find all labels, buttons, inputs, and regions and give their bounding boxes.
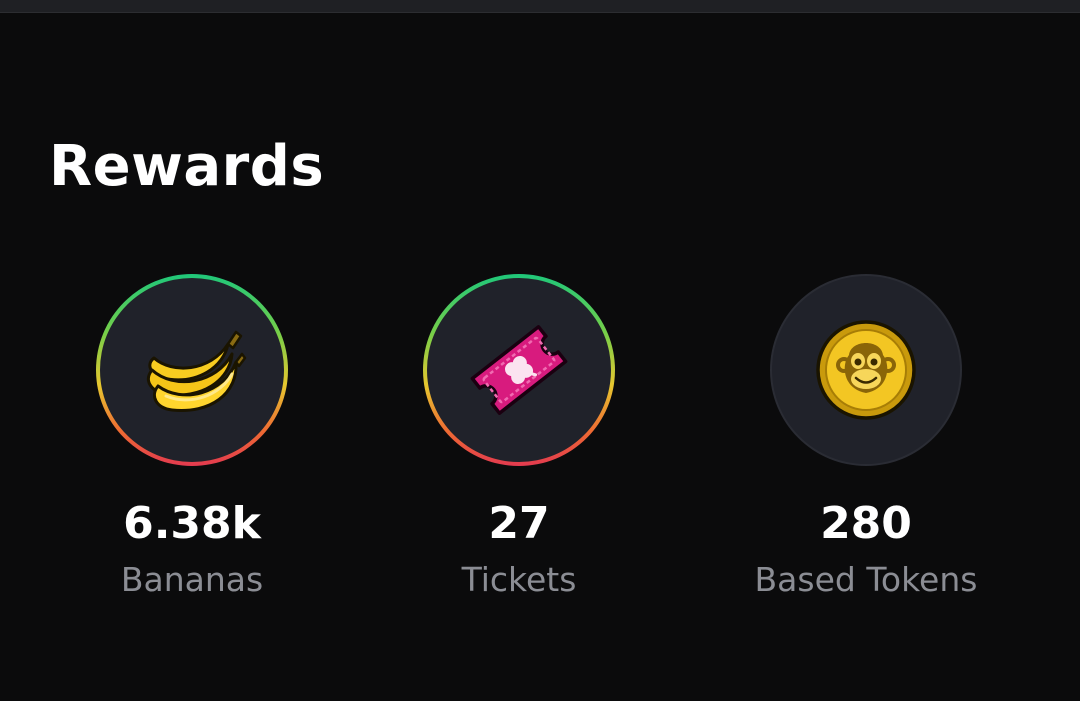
reward-bananas[interactable]: 6.38k Bananas (42, 274, 342, 600)
icon-badge (100, 278, 284, 462)
tickets-value: 27 (488, 498, 550, 549)
based-tokens-value: 280 (820, 498, 912, 549)
bananas-value: 6.38k (123, 498, 261, 549)
reward-based-tokens[interactable]: 280 Based Tokens (716, 274, 1016, 600)
section-title: Rewards (49, 134, 325, 199)
ticket-icon (459, 310, 579, 430)
banana-icon (132, 310, 252, 430)
based-tokens-label: Based Tokens (754, 560, 978, 599)
bananas-label: Bananas (120, 560, 264, 599)
icon-ring (770, 274, 962, 466)
top-bar (0, 0, 1080, 13)
icon-badge (772, 276, 960, 464)
tickets-label: Tickets (461, 560, 577, 599)
token-coin-icon (811, 315, 921, 425)
progress-ring (423, 274, 615, 466)
progress-ring (96, 274, 288, 466)
reward-tickets[interactable]: 27 Tickets (369, 274, 669, 600)
icon-badge (427, 278, 611, 462)
